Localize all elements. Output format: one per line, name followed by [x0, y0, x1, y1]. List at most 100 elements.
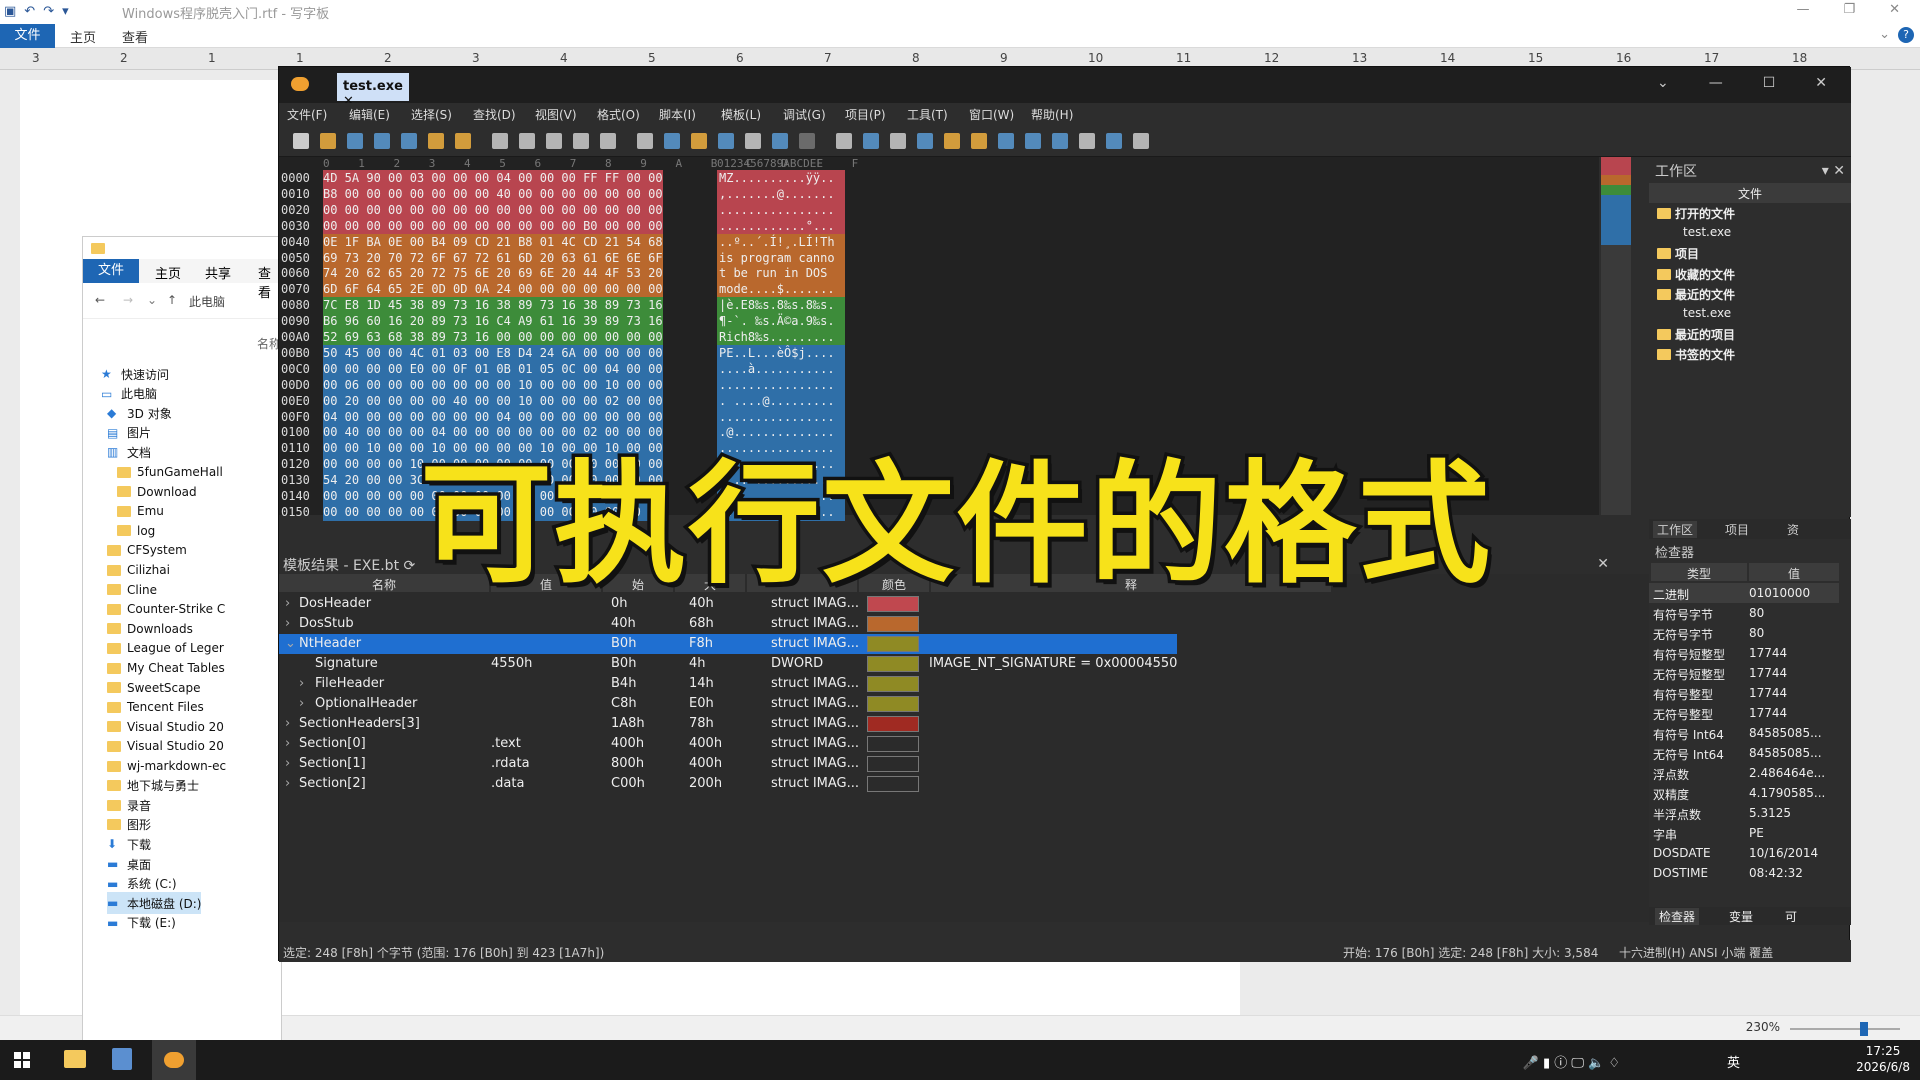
- checksum-icon[interactable]: [1052, 133, 1068, 149]
- save-icon[interactable]: ▣: [4, 4, 16, 19]
- hex-bytes[interactable]: 00 20 00 00 00 00 40 00 00 10 00 00 00 0…: [323, 392, 663, 410]
- ascii-text[interactable]: .@..............: [717, 424, 845, 442]
- ascii-text[interactable]: ................: [717, 376, 845, 394]
- hex-row[interactable]: 00C0 00 00 00 00 E0 00 0F 01 0B 01 05 0C …: [279, 360, 859, 378]
- workspace-item[interactable]: 书签的文件: [1657, 346, 1735, 363]
- inspector-row[interactable]: 半浮点数 5.3125: [1649, 803, 1839, 823]
- expand-chevron-icon[interactable]: ›: [285, 756, 290, 771]
- ime-indicator[interactable]: 英: [1727, 1052, 1740, 1071]
- ascii-text[interactable]: |è.E8‰s.8‰s.8‰s.: [717, 297, 845, 315]
- workspace-item[interactable]: test.exe: [1683, 225, 1731, 239]
- compare-icon[interactable]: [745, 133, 761, 149]
- explorer-tab-home[interactable]: 主页: [155, 263, 181, 282]
- close-icon[interactable]: ✕: [1889, 2, 1900, 17]
- menu-item[interactable]: 工具(T): [907, 106, 948, 123]
- ribbon-collapse-icon[interactable]: ⌄: [1879, 27, 1890, 42]
- workspace-item[interactable]: 最近的项目: [1657, 326, 1735, 343]
- wordpad-icon[interactable]: [112, 1048, 132, 1070]
- inspector-row[interactable]: 无符号 Int64 84585085...: [1649, 743, 1839, 763]
- workspace-icon[interactable]: [455, 133, 471, 149]
- convert-icon[interactable]: [1106, 133, 1122, 149]
- workspace-item[interactable]: test.exe: [1683, 306, 1731, 320]
- hex-row[interactable]: 0010 B8 00 00 00 00 00 00 00 40 00 00 00 …: [279, 185, 859, 203]
- workspace-item[interactable]: 收藏的文件: [1657, 266, 1735, 283]
- hex-row[interactable]: 0100 00 40 00 00 00 04 00 00 00 00 00 00 …: [279, 424, 859, 442]
- menu-item[interactable]: 查找(D): [473, 106, 516, 123]
- expand-chevron-icon[interactable]: ›: [285, 616, 290, 631]
- hex-mode-icon[interactable]: [799, 133, 815, 149]
- tab-file[interactable]: 文件: [0, 24, 55, 48]
- menu-item[interactable]: 帮助(H): [1031, 106, 1073, 123]
- tab-home[interactable]: 主页: [70, 27, 96, 46]
- address-path[interactable]: 此电脑: [189, 293, 225, 310]
- template-row[interactable]: › FileHeader B4h 14h struct IMAG...: [279, 674, 1639, 694]
- ascii-text[interactable]: PE..L...èÔ$j....: [717, 344, 845, 362]
- explorer-tab-share[interactable]: 共享: [205, 263, 231, 282]
- histogram-icon[interactable]: [998, 133, 1014, 149]
- template-row[interactable]: Signature 4550h B0h 4h DWORD IMAGE_NT_SIGNATU…: [279, 654, 1639, 674]
- ascii-text[interactable]: ,.......@.......: [717, 185, 845, 203]
- template-row[interactable]: ⌄ NtHeader B0h F8h struct IMAG...: [279, 634, 1177, 654]
- inspector-row[interactable]: 有符号字节 80: [1649, 603, 1839, 623]
- tab-workspace[interactable]: 工作区: [1653, 521, 1698, 538]
- inspector-row[interactable]: 无符号短整型 17744: [1649, 663, 1839, 683]
- recent-dropdown-icon[interactable]: ⌄: [147, 293, 157, 307]
- column-icon[interactable]: [836, 133, 852, 149]
- menu-item[interactable]: 格式(O): [597, 106, 640, 123]
- hex-editor-taskbar-button[interactable]: [152, 1040, 196, 1080]
- tab-more[interactable]: 可: [1785, 908, 1797, 925]
- menu-item[interactable]: 文件(F): [287, 106, 327, 123]
- save-icon[interactable]: [347, 133, 363, 149]
- expand-chevron-icon[interactable]: ⌄: [285, 636, 296, 651]
- hex-bytes[interactable]: 52 69 63 68 38 89 73 16 00 00 00 00 00 0…: [323, 329, 663, 346]
- hex-row[interactable]: 0070 6D 6F 64 65 2E 0D 0D 0A 24 00 00 00 …: [279, 281, 859, 299]
- inspector-row[interactable]: 浮点数 2.486464e...: [1649, 763, 1839, 783]
- tab-resource[interactable]: 资: [1787, 521, 1799, 538]
- hex-row[interactable]: 00A0 52 69 63 68 38 89 73 16 00 00 00 00 …: [279, 329, 859, 346]
- redo-icon[interactable]: [600, 133, 616, 149]
- expand-chevron-icon[interactable]: ›: [299, 696, 304, 711]
- explorer-tab-file[interactable]: 文件: [83, 259, 139, 283]
- inspector-row[interactable]: 有符号 Int64 84585085...: [1649, 723, 1839, 743]
- calculator-icon[interactable]: [944, 133, 960, 149]
- template-row[interactable]: › Section[0] .text 400h 400h struct IMAG...: [279, 734, 1639, 754]
- menu-item[interactable]: 模板(L): [721, 106, 761, 123]
- table-icon[interactable]: [890, 133, 906, 149]
- hex-bytes[interactable]: 00 06 00 00 00 00 00 00 00 10 00 00 00 1…: [323, 376, 663, 394]
- workspace-item[interactable]: 最近的文件: [1657, 286, 1735, 303]
- template-row[interactable]: › Section[2] .data C00h 200h struct IMAG...: [279, 774, 1639, 794]
- math-icon[interactable]: [1025, 133, 1041, 149]
- hex-bytes[interactable]: B8 00 00 00 00 00 00 00 40 00 00 00 00 0…: [323, 185, 663, 203]
- menu-item[interactable]: 脚本(I): [659, 106, 696, 123]
- ascii-text[interactable]: mode....$.......: [717, 281, 845, 299]
- hex-bytes[interactable]: 4D 5A 90 00 03 00 00 00 04 00 00 00 FF F…: [323, 170, 663, 187]
- up-icon[interactable]: ↑: [167, 293, 177, 307]
- workspace-item[interactable]: 项目: [1657, 245, 1699, 262]
- close-all-icon[interactable]: [401, 133, 417, 149]
- hex-row[interactable]: 00D0 00 06 00 00 00 00 00 00 00 10 00 00 …: [279, 376, 859, 394]
- paste-icon[interactable]: [546, 133, 562, 149]
- template-icon[interactable]: [772, 133, 788, 149]
- ascii-text[interactable]: ............°...: [717, 217, 845, 235]
- clock[interactable]: 17:25 2026/6/8: [1856, 1043, 1910, 1075]
- workspace-item[interactable]: 打开的文件: [1657, 205, 1735, 222]
- hex-bytes[interactable]: B6 96 60 16 20 89 73 16 C4 A9 61 16 39 8…: [323, 313, 663, 331]
- back-icon[interactable]: ←: [95, 293, 105, 307]
- hex-row[interactable]: 0080 7C E8 1D 45 38 89 73 16 38 89 73 16 …: [279, 297, 859, 315]
- menu-item[interactable]: 选择(S): [411, 106, 452, 123]
- hex-bytes[interactable]: 00 00 00 00 00 00 00 00 00 00 00 00 B0 0…: [323, 217, 663, 235]
- ascii-text[interactable]: MZ..........ÿÿ..: [717, 170, 845, 187]
- panel-close-icon[interactable]: ▾ ✕: [1822, 163, 1845, 179]
- menu-item[interactable]: 编辑(E): [349, 106, 390, 123]
- ascii-text[interactable]: ................: [717, 201, 845, 219]
- inspector-row[interactable]: 有符号整型 17744: [1649, 683, 1839, 703]
- hex-row[interactable]: 0090 B6 96 60 16 20 89 73 16 C4 A9 61 16 …: [279, 313, 859, 331]
- hex-row[interactable]: 00B0 50 45 00 00 4C 01 03 00 E8 D4 24 6A …: [279, 344, 859, 362]
- paragraph-icon[interactable]: [863, 133, 879, 149]
- tab-list-icon[interactable]: ⌄: [1657, 75, 1669, 91]
- template-row[interactable]: › DosStub 40h 68h struct IMAG...: [279, 614, 1639, 634]
- menu-item[interactable]: 窗口(W): [969, 106, 1014, 123]
- file-tab[interactable]: test.exe ✕: [337, 73, 409, 109]
- mov-icon[interactable]: [1079, 133, 1095, 149]
- template-row[interactable]: › OptionalHeader C8h E0h struct IMAG...: [279, 694, 1639, 714]
